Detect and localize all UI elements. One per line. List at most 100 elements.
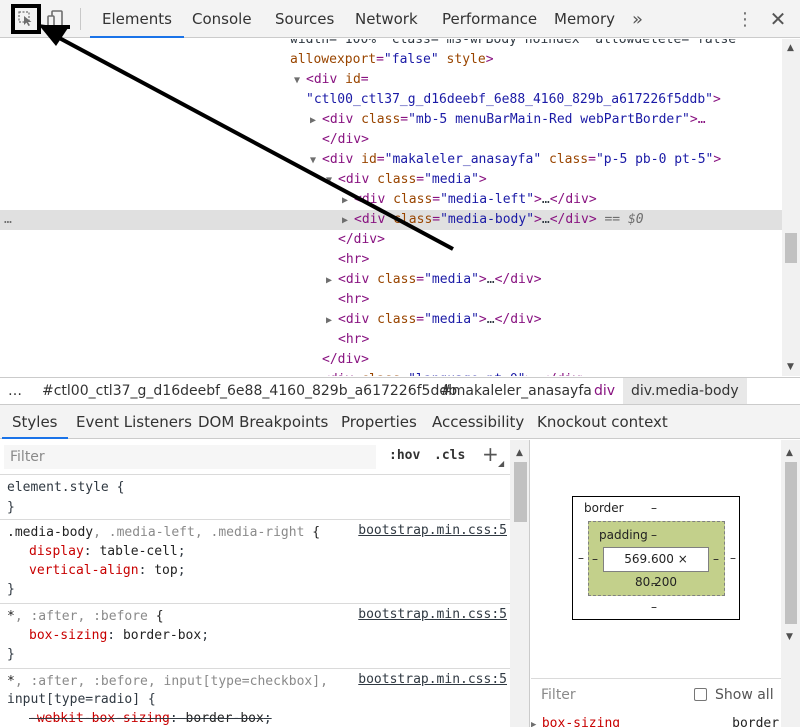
collapse-arrow-icon[interactable]: ▼: [310, 151, 322, 171]
breadcrumb-overflow[interactable]: …: [8, 378, 22, 404]
expand-arrow-icon[interactable]: ▶: [310, 111, 322, 131]
dom-node-selected[interactable]: … ▶ <div class="media-body">…</div> == $0: [0, 210, 782, 230]
tab-properties[interactable]: Properties: [331, 405, 427, 439]
chevron-down-icon[interactable]: ◢: [498, 459, 504, 468]
dom-node-text[interactable]: <hr>: [338, 290, 369, 310]
style-declaration[interactable]: vertical-align: top;: [29, 561, 186, 580]
new-style-rule-icon[interactable]: +: [482, 442, 499, 466]
padding-left-value[interactable]: –: [592, 552, 598, 566]
dom-node[interactable]: ▶<div class="language pt-0">…</div>: [0, 370, 782, 376]
dom-node[interactable]: ▶ <div class="media">…</div>: [0, 270, 782, 290]
scrollbar-thumb[interactable]: [514, 462, 527, 522]
breadcrumb-item[interactable]: div: [594, 378, 615, 404]
source-link[interactable]: bootstrap.min.css:5: [358, 672, 507, 687]
border-top-value[interactable]: –: [651, 501, 657, 515]
scroll-down-icon[interactable]: ▼: [786, 632, 793, 642]
style-declaration-overridden[interactable]: -webkit-box-sizing: border-box;: [29, 709, 272, 727]
dom-node[interactable]: </div>: [0, 130, 782, 150]
rule-selector-cont[interactable]: input[type=radio] {: [7, 690, 156, 709]
tab-performance[interactable]: Performance: [430, 0, 549, 38]
tab-network[interactable]: Network: [343, 0, 430, 38]
expand-arrow-icon[interactable]: ▶: [310, 371, 322, 376]
dom-node[interactable]: ▼ <div id=: [0, 70, 782, 90]
dom-node-text[interactable]: <hr>: [338, 330, 369, 350]
box-model-border[interactable]: border – – – – padding – – – – 569.600 ×…: [572, 496, 740, 620]
tab-accessibility[interactable]: Accessibility: [422, 405, 534, 439]
dom-tree-scrollbar[interactable]: ▲ ▼: [782, 39, 800, 376]
computed-scrollbar[interactable]: ▲ ▼: [781, 440, 800, 727]
close-icon[interactable]: ✕: [766, 6, 790, 32]
kebab-menu-icon[interactable]: ⋮: [736, 6, 754, 32]
dom-node[interactable]: <hr>: [0, 330, 782, 350]
dom-node[interactable]: ▼ <div class="media">: [0, 170, 782, 190]
dom-node[interactable]: <hr>: [0, 290, 782, 310]
style-declaration[interactable]: display: table-cell;: [29, 542, 186, 561]
more-tabs-icon[interactable]: »: [632, 6, 643, 32]
source-link[interactable]: bootstrap.min.css:5: [358, 523, 507, 538]
dom-node-text[interactable]: ▶ <div class="media-body">…</div> == $0: [342, 210, 644, 231]
dom-node[interactable]: ▼ <div id="makaleler_anasayfa" class="p-5…: [0, 150, 782, 170]
padding-top-value[interactable]: –: [651, 528, 657, 542]
padding-right-value[interactable]: –: [713, 552, 719, 566]
tab-sources[interactable]: Sources: [263, 0, 346, 38]
border-left-value[interactable]: –: [578, 551, 584, 565]
dom-node[interactable]: </div>: [0, 350, 782, 370]
dom-node-text[interactable]: </div>: [322, 350, 369, 370]
dom-node[interactable]: </div>: [0, 230, 782, 250]
expand-arrow-icon[interactable]: ▶: [342, 191, 354, 211]
dom-node-text[interactable]: </div>: [322, 130, 369, 150]
scroll-down-icon[interactable]: ▼: [787, 362, 794, 372]
source-link[interactable]: bootstrap.min.css:5: [358, 607, 507, 622]
tab-dom-breakpoints[interactable]: DOM Breakpoints: [188, 405, 338, 439]
expand-arrow-icon[interactable]: ▶: [326, 311, 338, 331]
breadcrumb-item[interactable]: #makaleler_anasayfa: [440, 378, 592, 404]
tab-console[interactable]: Console: [180, 0, 264, 38]
tab-memory[interactable]: Memory: [542, 0, 627, 38]
show-all-checkbox[interactable]: [694, 688, 707, 701]
tab-styles[interactable]: Styles: [2, 405, 68, 439]
inspect-element-button[interactable]: [11, 4, 41, 34]
dom-node[interactable]: allowexport="false" style>: [0, 50, 782, 70]
dom-node-text[interactable]: </div>: [338, 230, 385, 250]
tab-event-listeners[interactable]: Event Listeners: [66, 405, 202, 439]
scroll-up-icon[interactable]: ▲: [787, 43, 794, 53]
dom-node[interactable]: <hr>: [0, 250, 782, 270]
breadcrumb-item[interactable]: #ctl00_ctl37_g_d16deebf_6e88_4160_829b_a…: [42, 378, 457, 404]
box-model-content-size[interactable]: 569.600 × 80.200: [603, 547, 709, 589]
hov-toggle[interactable]: :hov: [389, 448, 420, 463]
dom-node-text[interactable]: ▼ <div id="makaleler_anasayfa" class="p-5…: [310, 150, 721, 171]
cls-toggle[interactable]: .cls: [434, 448, 465, 463]
scroll-up-icon[interactable]: ▲: [516, 448, 523, 458]
dom-node-text[interactable]: ▶ <div class="media">…</div>: [326, 310, 542, 331]
styles-filter-input[interactable]: [4, 445, 376, 469]
styles-scrollbar[interactable]: ▲: [510, 440, 530, 727]
computed-filter-input[interactable]: Filter: [541, 687, 576, 703]
dom-node-text[interactable]: ▶<div class="language pt-0">…</div>: [310, 370, 588, 376]
dom-node[interactable]: ▶ <div class="media">…</div>: [0, 310, 782, 330]
rule-selector[interactable]: *, :after, :before {: [7, 607, 164, 626]
expand-arrow-icon[interactable]: ▶: [342, 211, 354, 231]
dom-node-text[interactable]: "ctl00_ctl37_g_d16deebf_6e88_4160_829b_a…: [306, 90, 721, 110]
scrollbar-thumb[interactable]: [785, 233, 797, 263]
device-toolbar-button[interactable]: [44, 6, 68, 32]
dom-node-text[interactable]: ▼ <div class="media">: [326, 170, 487, 191]
collapse-arrow-icon[interactable]: ▼: [294, 71, 306, 91]
dom-node[interactable]: "ctl00_ctl37_g_d16deebf_6e88_4160_829b_a…: [0, 90, 782, 110]
rule-selector[interactable]: *, :after, :before, input[type=checkbox]…: [7, 672, 328, 691]
dom-node[interactable]: ▶ <div class="mb-5 menuBarMain-Red webPar…: [0, 110, 782, 130]
dom-node[interactable]: width="100%" class="ms-wPBody noindex" a…: [0, 39, 782, 50]
breadcrumb-item-active[interactable]: div.media-body: [623, 378, 747, 404]
scroll-up-icon[interactable]: ▲: [786, 448, 793, 458]
box-model-padding[interactable]: padding – – – – 569.600 × 80.200: [588, 521, 725, 596]
rule-selector[interactable]: .media-body, .media-left, .media-right {: [7, 523, 320, 542]
collapse-arrow-icon[interactable]: ▼: [326, 171, 338, 191]
expand-arrow-icon[interactable]: ▶: [326, 271, 338, 291]
dom-node-text[interactable]: ▶ <div class="mb-5 menuBarMain-Red webPar…: [310, 110, 706, 131]
border-right-value[interactable]: –: [730, 551, 736, 565]
style-declaration[interactable]: box-sizing: border-box;: [29, 626, 209, 645]
node-menu-icon[interactable]: …: [4, 210, 12, 230]
dom-node-text[interactable]: ▼ <div id=: [294, 70, 369, 91]
dom-node-text[interactable]: ▶ <div class="media-left">…</div>: [342, 190, 597, 211]
dom-node-text[interactable]: ▶ <div class="media">…</div>: [326, 270, 542, 291]
dom-node-text[interactable]: allowexport="false" style>: [290, 50, 494, 70]
